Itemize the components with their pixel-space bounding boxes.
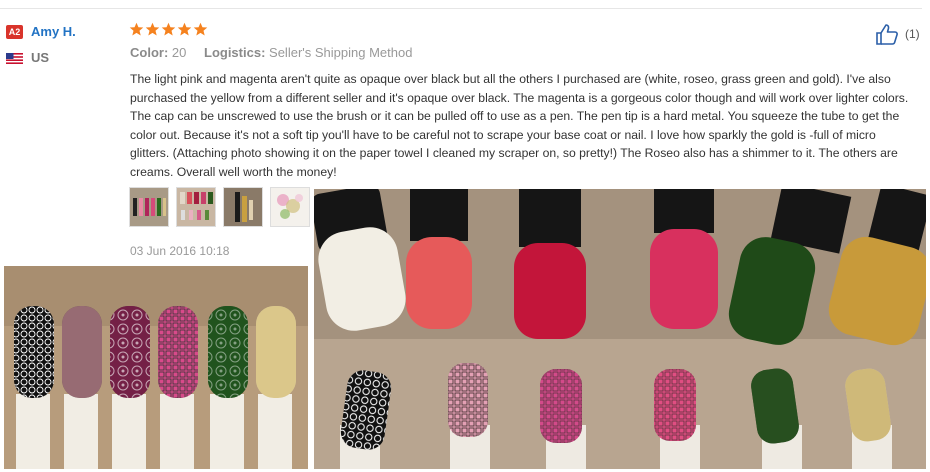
photo-thumbnail-1[interactable] [129, 187, 169, 227]
helpful-button[interactable]: (1) [875, 23, 920, 45]
star-icon [193, 22, 208, 36]
color-value: 20 [171, 45, 187, 60]
star-icon [177, 22, 192, 36]
review-photo-pens-and-nails[interactable] [314, 189, 926, 469]
photo-thumbnail-2[interactable] [176, 187, 216, 227]
us-flag-icon [6, 53, 23, 64]
review-date: 03 Jun 2016 10:18 [130, 244, 230, 258]
star-icon [145, 22, 160, 36]
thumbs-up-icon [876, 24, 898, 45]
color-label: Color: [130, 45, 169, 60]
reviewer-name[interactable]: Amy H. [31, 24, 76, 39]
helpful-count: (1) [905, 27, 920, 41]
reviewer-country: US [31, 50, 50, 65]
photo-thumbnails [129, 187, 310, 227]
photo-thumbnail-3[interactable] [223, 187, 263, 227]
logistics-value: Seller's Shipping Method [269, 45, 413, 60]
star-icon [161, 22, 176, 36]
logistics-label: Logistics: [204, 45, 266, 60]
review-meta: Color: 20 Logistics: Seller's Shipping M… [130, 45, 412, 60]
review-divider [0, 8, 922, 9]
buyer-level-badge: A2 [6, 25, 23, 39]
review-text: The light pink and magenta aren't quite … [130, 72, 909, 179]
photo-thumbnail-4[interactable] [270, 187, 310, 227]
rating-stars [129, 22, 208, 40]
review-photo-nail-swatches[interactable] [4, 266, 308, 469]
star-icon [129, 22, 144, 36]
